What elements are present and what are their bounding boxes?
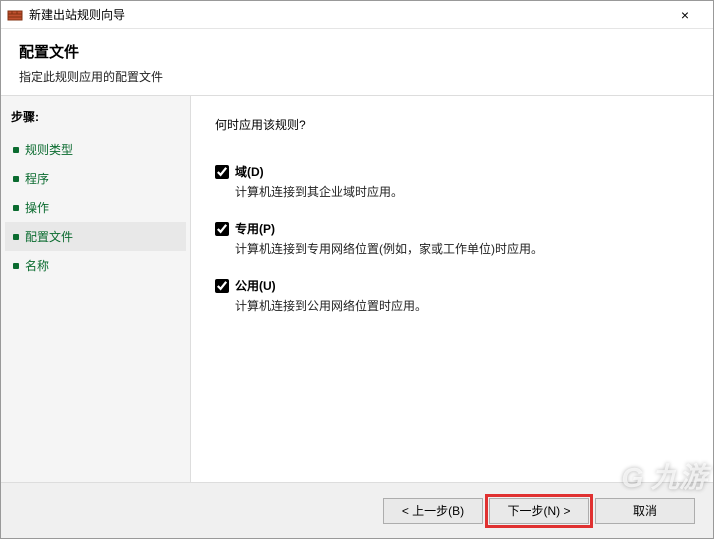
option-domain: 域(D) 计算机连接到其企业域时应用。 — [215, 163, 689, 200]
step-program[interactable]: 程序 — [5, 164, 186, 193]
public-label: 公用(U) — [235, 277, 276, 294]
close-button[interactable]: × — [663, 1, 707, 29]
domain-label: 域(D) — [235, 163, 264, 180]
steps-heading: 步骤: — [5, 104, 186, 135]
step-action[interactable]: 操作 — [5, 193, 186, 222]
public-checkbox[interactable] — [215, 279, 229, 293]
page-title: 配置文件 — [19, 41, 695, 62]
domain-checkbox[interactable] — [215, 165, 229, 179]
wizard-footer: < 上一步(B) 下一步(N) > 取消 — [1, 482, 713, 538]
option-private: 专用(P) 计算机连接到专用网络位置(例如，家或工作单位)时应用。 — [215, 220, 689, 257]
wizard-body: 步骤: 规则类型 程序 操作 配置文件 名称 何时应用该规则? 域(D) 计算机… — [1, 96, 713, 482]
page-subtitle: 指定此规则应用的配置文件 — [19, 68, 695, 85]
cancel-button[interactable]: 取消 — [595, 498, 695, 524]
public-desc: 计算机连接到公用网络位置时应用。 — [235, 297, 689, 314]
question-text: 何时应用该规则? — [215, 116, 689, 133]
private-desc: 计算机连接到专用网络位置(例如，家或工作单位)时应用。 — [235, 240, 689, 257]
private-label: 专用(P) — [235, 220, 275, 237]
step-name[interactable]: 名称 — [5, 251, 186, 280]
wizard-window: 新建出站规则向导 × 配置文件 指定此规则应用的配置文件 步骤: 规则类型 程序… — [0, 0, 714, 539]
option-public: 公用(U) 计算机连接到公用网络位置时应用。 — [215, 277, 689, 314]
back-button[interactable]: < 上一步(B) — [383, 498, 483, 524]
steps-sidebar: 步骤: 规则类型 程序 操作 配置文件 名称 — [1, 96, 191, 482]
next-button[interactable]: 下一步(N) > — [489, 498, 589, 524]
titlebar: 新建出站规则向导 × — [1, 1, 713, 29]
firewall-icon — [7, 7, 23, 23]
domain-desc: 计算机连接到其企业域时应用。 — [235, 183, 689, 200]
private-checkbox[interactable] — [215, 222, 229, 236]
content-panel: 何时应用该规则? 域(D) 计算机连接到其企业域时应用。 专用(P) 计算机连接… — [191, 96, 713, 482]
wizard-header: 配置文件 指定此规则应用的配置文件 — [1, 29, 713, 96]
window-title: 新建出站规则向导 — [29, 6, 663, 23]
step-rule-type[interactable]: 规则类型 — [5, 135, 186, 164]
step-profile[interactable]: 配置文件 — [5, 222, 186, 251]
